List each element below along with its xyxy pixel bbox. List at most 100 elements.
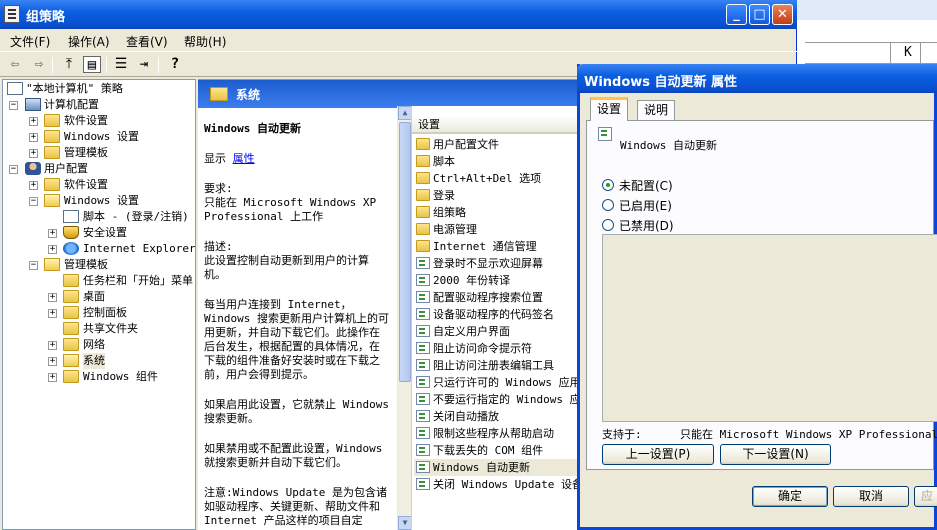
description-header-title: 系统: [236, 88, 261, 102]
description-scrollbar[interactable]: ▲ ▼: [397, 106, 412, 530]
policy-name: Windows 自动更新: [620, 139, 717, 152]
up-folder-icon[interactable]: ⤒: [60, 56, 78, 73]
list-item[interactable]: 组策略: [414, 204, 601, 221]
list-item-label: 电源管理: [433, 223, 477, 236]
list-item[interactable]: 限制这些程序从帮助启动: [414, 425, 601, 442]
collapse-icon[interactable]: −: [9, 101, 18, 110]
group-policy-app-icon: [4, 5, 20, 23]
list-item[interactable]: 只运行许可的 Windows 应用: [414, 374, 601, 391]
setting-icon: [416, 376, 430, 388]
expand-icon[interactable]: +: [48, 229, 57, 238]
menu-action[interactable]: 操作(A): [68, 33, 110, 50]
menu-file[interactable]: 文件(F): [10, 33, 50, 50]
export-list-icon[interactable]: ⇥: [135, 56, 153, 73]
list-item[interactable]: 电源管理: [414, 221, 601, 238]
list-item[interactable]: 阻止访问注册表编辑工具: [414, 357, 601, 374]
expand-icon[interactable]: +: [48, 341, 57, 350]
next-setting-button[interactable]: 下一设置(N): [720, 444, 831, 465]
list-item[interactable]: 用户配置文件: [414, 136, 601, 153]
close-button[interactable]: ✕: [772, 4, 793, 25]
expand-icon[interactable]: +: [48, 373, 57, 382]
list-item-selected[interactable]: Windows 自动更新: [414, 459, 601, 476]
list-item[interactable]: 脚本: [414, 153, 601, 170]
expand-icon[interactable]: +: [48, 245, 57, 254]
properties-link[interactable]: 属性: [233, 152, 255, 165]
radio-disabled-label[interactable]: 已禁用(D): [619, 217, 674, 234]
list-item[interactable]: 关闭自动播放: [414, 408, 601, 425]
expand-icon[interactable]: +: [29, 117, 38, 126]
expand-icon[interactable]: +: [48, 309, 57, 318]
menu-help[interactable]: 帮助(H): [184, 33, 226, 50]
folder-icon: [416, 172, 430, 184]
list-item[interactable]: 不要运行指定的 Windows 应: [414, 391, 601, 408]
scroll-thumb[interactable]: [399, 122, 411, 382]
ok-button[interactable]: 确定: [752, 486, 828, 507]
radio-not-configured-label[interactable]: 未配置(C): [619, 177, 673, 194]
dialog-title-bar[interactable]: Windows 自动更新 属性: [577, 64, 937, 93]
folder-open-icon: [44, 194, 60, 207]
toolbar-separator: [158, 57, 159, 73]
internet-explorer-icon: [63, 242, 79, 255]
radio-enabled-label[interactable]: 已启用(E): [619, 197, 672, 214]
tree-item-label: 任务栏和「开始」菜单: [83, 274, 193, 287]
tree-item-label: 管理模板: [64, 146, 108, 159]
folder-icon: [44, 146, 60, 159]
list-item-label: 自定义用户界面: [433, 325, 510, 338]
menu-view[interactable]: 查看(V): [126, 33, 168, 50]
folder-icon: [63, 338, 79, 351]
expand-icon[interactable]: +: [29, 133, 38, 142]
list-item[interactable]: 设备驱动程序的代码签名: [414, 306, 601, 323]
title-bar[interactable]: 组策略 _ □ ✕: [0, 0, 797, 29]
previous-setting-button[interactable]: 上一设置(P): [602, 444, 714, 465]
collapse-icon[interactable]: −: [29, 197, 38, 206]
policy-title: Windows 自动更新: [204, 122, 301, 135]
maximize-button[interactable]: □: [749, 4, 770, 25]
scroll-up-arrow[interactable]: ▲: [398, 106, 412, 120]
properties-icon[interactable]: ☰: [112, 56, 130, 73]
radio-disabled[interactable]: [602, 219, 614, 231]
list-item[interactable]: 配置驱动程序搜索位置: [414, 289, 601, 306]
radio-enabled[interactable]: [602, 199, 614, 211]
forward-arrow-icon[interactable]: ⇨: [30, 56, 48, 73]
collapse-icon[interactable]: −: [9, 165, 18, 174]
expand-icon[interactable]: +: [48, 293, 57, 302]
setting-icon: [416, 444, 430, 456]
list-item[interactable]: Ctrl+Alt+Del 选项: [414, 170, 601, 187]
list-item[interactable]: 自定义用户界面: [414, 323, 601, 340]
tab-explain[interactable]: 说明: [637, 100, 676, 120]
expand-icon[interactable]: +: [29, 149, 38, 158]
list-item[interactable]: 登录时不显示欢迎屏幕: [414, 255, 601, 272]
minimize-button[interactable]: _: [726, 4, 747, 25]
collapse-icon[interactable]: −: [29, 261, 38, 270]
list-item[interactable]: Internet 通信管理: [414, 238, 601, 255]
expand-icon[interactable]: +: [29, 181, 38, 190]
document-icon: [63, 210, 79, 223]
back-arrow-icon[interactable]: ⇦: [6, 56, 24, 73]
background-header-row: [805, 42, 937, 64]
folder-icon: [416, 240, 430, 252]
list-item[interactable]: 2000 年份转译: [414, 272, 601, 289]
settings-column-header[interactable]: 设置: [412, 116, 601, 134]
show-hide-tree-icon[interactable]: ▤: [83, 56, 101, 73]
tab-settings[interactable]: 设置: [590, 97, 629, 121]
list-item-label: 只运行许可的 Windows 应用: [433, 376, 581, 389]
list-item[interactable]: 登录: [414, 187, 601, 204]
list-item-label: 阻止访问注册表编辑工具: [433, 359, 554, 372]
tree-item-label: Internet Explorer 维: [83, 242, 196, 255]
folder-icon: [416, 138, 430, 150]
apply-button[interactable]: 应: [914, 486, 937, 507]
help-icon[interactable]: ?: [166, 56, 184, 73]
tree-item-label: 安全设置: [83, 226, 127, 239]
setting-icon: [416, 427, 430, 439]
list-item-label: 用户配置文件: [433, 138, 499, 151]
folder-icon: [44, 114, 60, 127]
list-item[interactable]: 阻止访问命令提示符: [414, 340, 601, 357]
expand-icon[interactable]: +: [48, 357, 57, 366]
list-item[interactable]: 关闭 Windows Update 设备: [414, 476, 601, 493]
cancel-button[interactable]: 取消: [833, 486, 909, 507]
scroll-down-arrow[interactable]: ▼: [398, 516, 412, 530]
radio-not-configured[interactable]: [602, 179, 614, 191]
list-item[interactable]: 下载丢失的 COM 组件: [414, 442, 601, 459]
setting-icon: [416, 342, 430, 354]
setting-icon: [416, 410, 430, 422]
